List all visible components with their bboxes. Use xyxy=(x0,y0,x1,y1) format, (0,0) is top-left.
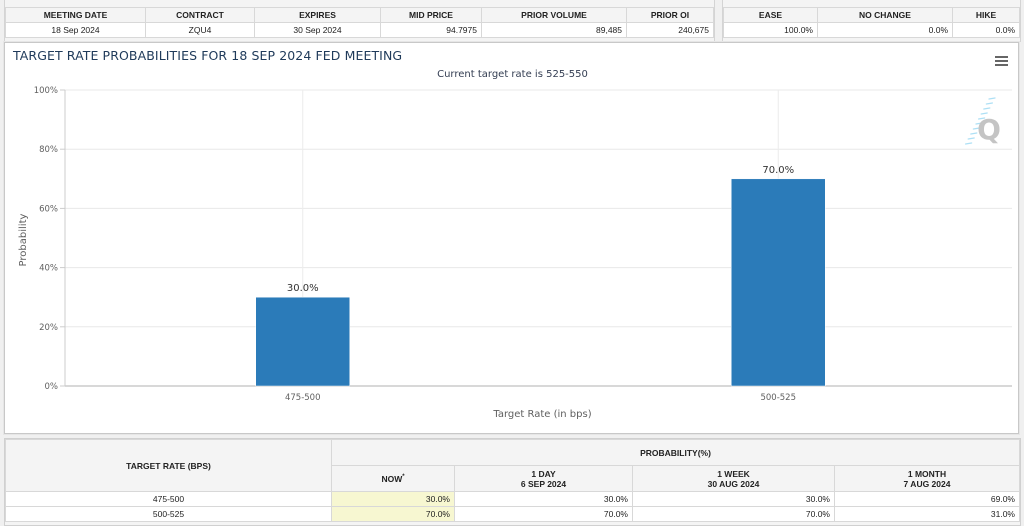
watermark-q: Q xyxy=(977,113,1001,146)
watermark-stripe xyxy=(988,97,996,100)
rate-cell: 500-525 xyxy=(5,506,332,522)
axes: 0% 20% 40% 60% 80% 100% 475-500 500-525 Target R… xyxy=(18,86,796,420)
1-week-cell: 30.0% xyxy=(632,491,835,507)
header-prior-oi: PRIOR OI xyxy=(626,7,714,23)
contract-value: ZQU4 xyxy=(145,22,255,38)
contract-info-table: MEETING DATE CONTRACT EXPIRES MID PRICE … xyxy=(5,7,714,38)
header-1-week: 1 WEEK 30 AUG 2024 xyxy=(632,465,835,492)
header-1-month: 1 MONTH 7 AUG 2024 xyxy=(834,465,1020,492)
outcome-data-row: 100.0% 0.0% 0.0% xyxy=(723,22,1020,38)
outcome-panel: EASE NO CHANGE HIKE 100.0% 0.0% 0.0% xyxy=(722,0,1021,42)
header-target-rate: TARGET RATE (BPS) xyxy=(5,439,332,492)
watermark-stripe xyxy=(970,132,978,135)
watermark-stripe xyxy=(964,142,973,145)
header-no-change: NO CHANGE xyxy=(817,7,953,23)
probability-group-header-row: TARGET RATE (BPS) PROBABILITY(%) xyxy=(5,439,1020,492)
contract-data-row: 18 Sep 2024 ZQU4 30 Sep 2024 94.7975 89,… xyxy=(5,22,714,38)
prior-oi-value: 240,675 xyxy=(626,22,714,38)
data-label: 30.0% xyxy=(287,283,319,294)
meeting-date-value: 18 Sep 2024 xyxy=(5,22,146,38)
x-axis-title: Target Rate (in bps) xyxy=(492,409,591,420)
1-day-cell: 30.0% xyxy=(454,491,633,507)
y-tick-label: 80% xyxy=(39,145,58,155)
header-meeting-date: MEETING DATE xyxy=(5,7,146,23)
bar-chart: Q 30.0% 70.0% 0% 20% 40% 60% 80% 100% 475-500 50… xyxy=(18,86,1012,420)
header-expires: EXPIRES xyxy=(254,7,381,23)
y-tick-label: 40% xyxy=(39,264,58,274)
data-label: 70.0% xyxy=(762,165,794,176)
probability-table: TARGET RATE (BPS) PROBABILITY(%) NOW* 1 … xyxy=(5,439,1020,522)
rate-cell: 475-500 xyxy=(5,491,332,507)
table-row: 475-500 30.0% 30.0% 30.0% 69.0% xyxy=(5,491,1020,507)
now-cell: 30.0% xyxy=(331,491,455,507)
no-change-value: 0.0% xyxy=(817,22,953,38)
watermark-stripe xyxy=(985,102,994,105)
header-mid-price: MID PRICE xyxy=(380,7,482,23)
table-row: 500-525 70.0% 70.0% 70.0% 31.0% xyxy=(5,506,1020,522)
header-probability: PROBABILITY(%) xyxy=(331,439,1020,466)
chart-panel: TARGET RATE PROBABILITIES FOR 18 SEP 202… xyxy=(4,42,1019,434)
bar-500-525 xyxy=(731,178,826,387)
now-cell: 70.0% xyxy=(331,506,455,522)
1-month-cell: 69.0% xyxy=(834,491,1020,507)
watermark-stripe xyxy=(967,137,975,140)
x-tick-label: 475-500 xyxy=(285,393,321,403)
contract-info-panel: MEETING DATE CONTRACT EXPIRES MID PRICE … xyxy=(4,0,715,42)
y-tick-label: 20% xyxy=(39,323,58,333)
bar-475-500 xyxy=(255,296,350,387)
watermark-stripe xyxy=(983,107,991,110)
contract-header-row: MEETING DATE CONTRACT EXPIRES MID PRICE … xyxy=(5,7,714,23)
1-week-cell: 70.0% xyxy=(632,506,835,522)
1-day-cell: 70.0% xyxy=(454,506,633,522)
header-contract: CONTRACT xyxy=(145,7,255,23)
q-logo-icon: Q xyxy=(964,97,1001,146)
hike-value: 0.0% xyxy=(952,22,1020,38)
header-hike: HIKE xyxy=(952,7,1020,23)
probability-panel: TARGET RATE (BPS) PROBABILITY(%) NOW* 1 … xyxy=(4,438,1021,526)
header-ease: EASE xyxy=(723,7,818,23)
outcome-header-row: EASE NO CHANGE HIKE xyxy=(723,7,1020,23)
1-month-cell: 31.0% xyxy=(834,506,1020,522)
y-tick-label: 60% xyxy=(39,204,58,214)
x-tick-label: 500-525 xyxy=(760,393,796,403)
expires-value: 30 Sep 2024 xyxy=(254,22,381,38)
header-prior-volume: PRIOR VOLUME xyxy=(481,7,627,23)
header-now: NOW* xyxy=(331,465,455,492)
y-axis-title: Probability xyxy=(18,213,29,266)
y-tick-label: 100% xyxy=(34,86,58,96)
mid-price-value: 94.7975 xyxy=(380,22,482,38)
grid-lines xyxy=(65,89,1012,387)
header-1-day: 1 DAY 6 SEP 2024 xyxy=(454,465,633,492)
ease-value: 100.0% xyxy=(723,22,818,38)
y-tick-label: 0% xyxy=(45,382,59,392)
bars: 30.0% 70.0% xyxy=(255,165,826,387)
prior-volume-value: 89,485 xyxy=(481,22,627,38)
outcome-table: EASE NO CHANGE HIKE 100.0% 0.0% 0.0% xyxy=(723,7,1020,38)
